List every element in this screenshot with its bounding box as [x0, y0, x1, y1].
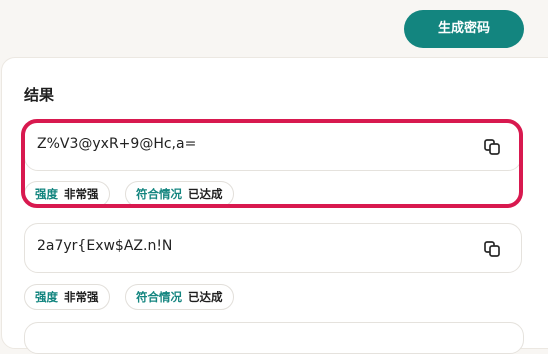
strength-badge: 强度 非常强: [24, 284, 110, 310]
generate-password-button[interactable]: 生成密码: [404, 10, 524, 48]
strength-label: 强度: [35, 290, 58, 304]
compliance-badge: 符合情况 已达成: [125, 284, 234, 310]
password-text: 2a7yr{Exw$AZ.n!N: [37, 238, 173, 254]
results-title: 结果: [24, 86, 55, 104]
strength-value: 非常强: [64, 290, 99, 304]
top-bar: 生成密码: [0, 0, 548, 58]
highlight-frame: [21, 119, 523, 208]
password-field[interactable]: 2a7yr{Exw$AZ.n!N: [24, 223, 522, 273]
password-field[interactable]: [24, 322, 524, 354]
compliance-value: 已达成: [188, 290, 223, 304]
compliance-label: 符合情况: [136, 290, 182, 304]
copy-icon[interactable]: [483, 240, 501, 258]
